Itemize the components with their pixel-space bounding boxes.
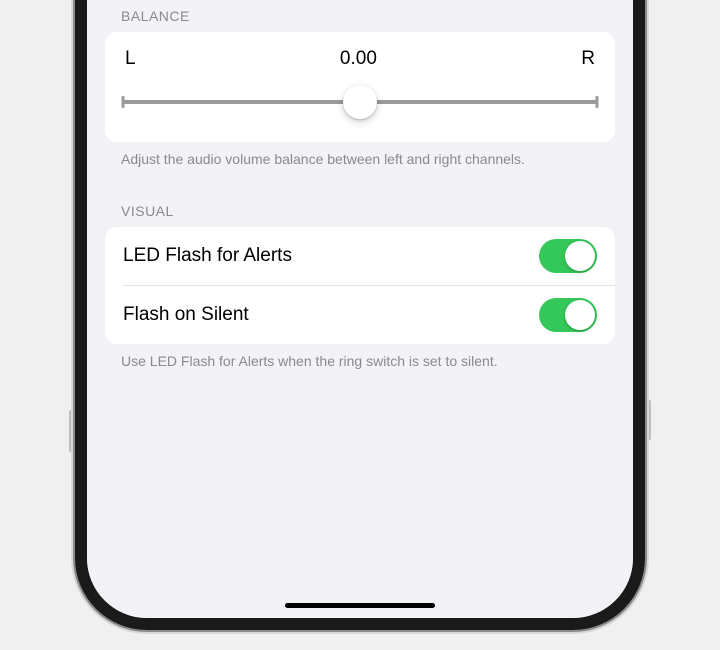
visual-section-header: VISUAL bbox=[105, 203, 615, 227]
row-label: LED Flash for Alerts bbox=[123, 245, 292, 267]
side-button-left bbox=[69, 410, 73, 452]
toggle-flash-on-silent[interactable] bbox=[539, 298, 597, 332]
visual-card: LED Flash for Alerts Flash on Silent bbox=[105, 227, 615, 344]
settings-screen: BALANCE L 0.00 R Adjust the audio volume… bbox=[87, 0, 633, 618]
balance-labels: L 0.00 R bbox=[123, 46, 597, 84]
row-flash-on-silent[interactable]: Flash on Silent bbox=[105, 286, 615, 344]
slider-tick-left bbox=[122, 96, 125, 108]
slider-tick-right bbox=[596, 96, 599, 108]
balance-slider[interactable] bbox=[123, 84, 597, 120]
toggle-led-flash-alerts[interactable] bbox=[539, 239, 597, 273]
toggle-knob bbox=[565, 241, 595, 271]
balance-footer: Adjust the audio volume balance between … bbox=[105, 142, 615, 169]
slider-thumb[interactable] bbox=[343, 85, 377, 119]
balance-card: L 0.00 R bbox=[105, 32, 615, 142]
phone-body: BALANCE L 0.00 R Adjust the audio volume… bbox=[75, 0, 645, 630]
side-button-right bbox=[647, 400, 651, 440]
toggle-knob bbox=[565, 300, 595, 330]
row-led-flash-alerts[interactable]: LED Flash for Alerts bbox=[105, 227, 615, 285]
phone-frame: BALANCE L 0.00 R Adjust the audio volume… bbox=[75, 0, 645, 630]
balance-section-header: BALANCE bbox=[105, 8, 615, 32]
home-indicator[interactable] bbox=[285, 603, 435, 608]
balance-value: 0.00 bbox=[136, 48, 582, 70]
balance-left-label: L bbox=[125, 48, 136, 70]
balance-right-label: R bbox=[581, 48, 595, 70]
visual-footer: Use LED Flash for Alerts when the ring s… bbox=[105, 344, 615, 371]
row-label: Flash on Silent bbox=[123, 304, 249, 326]
